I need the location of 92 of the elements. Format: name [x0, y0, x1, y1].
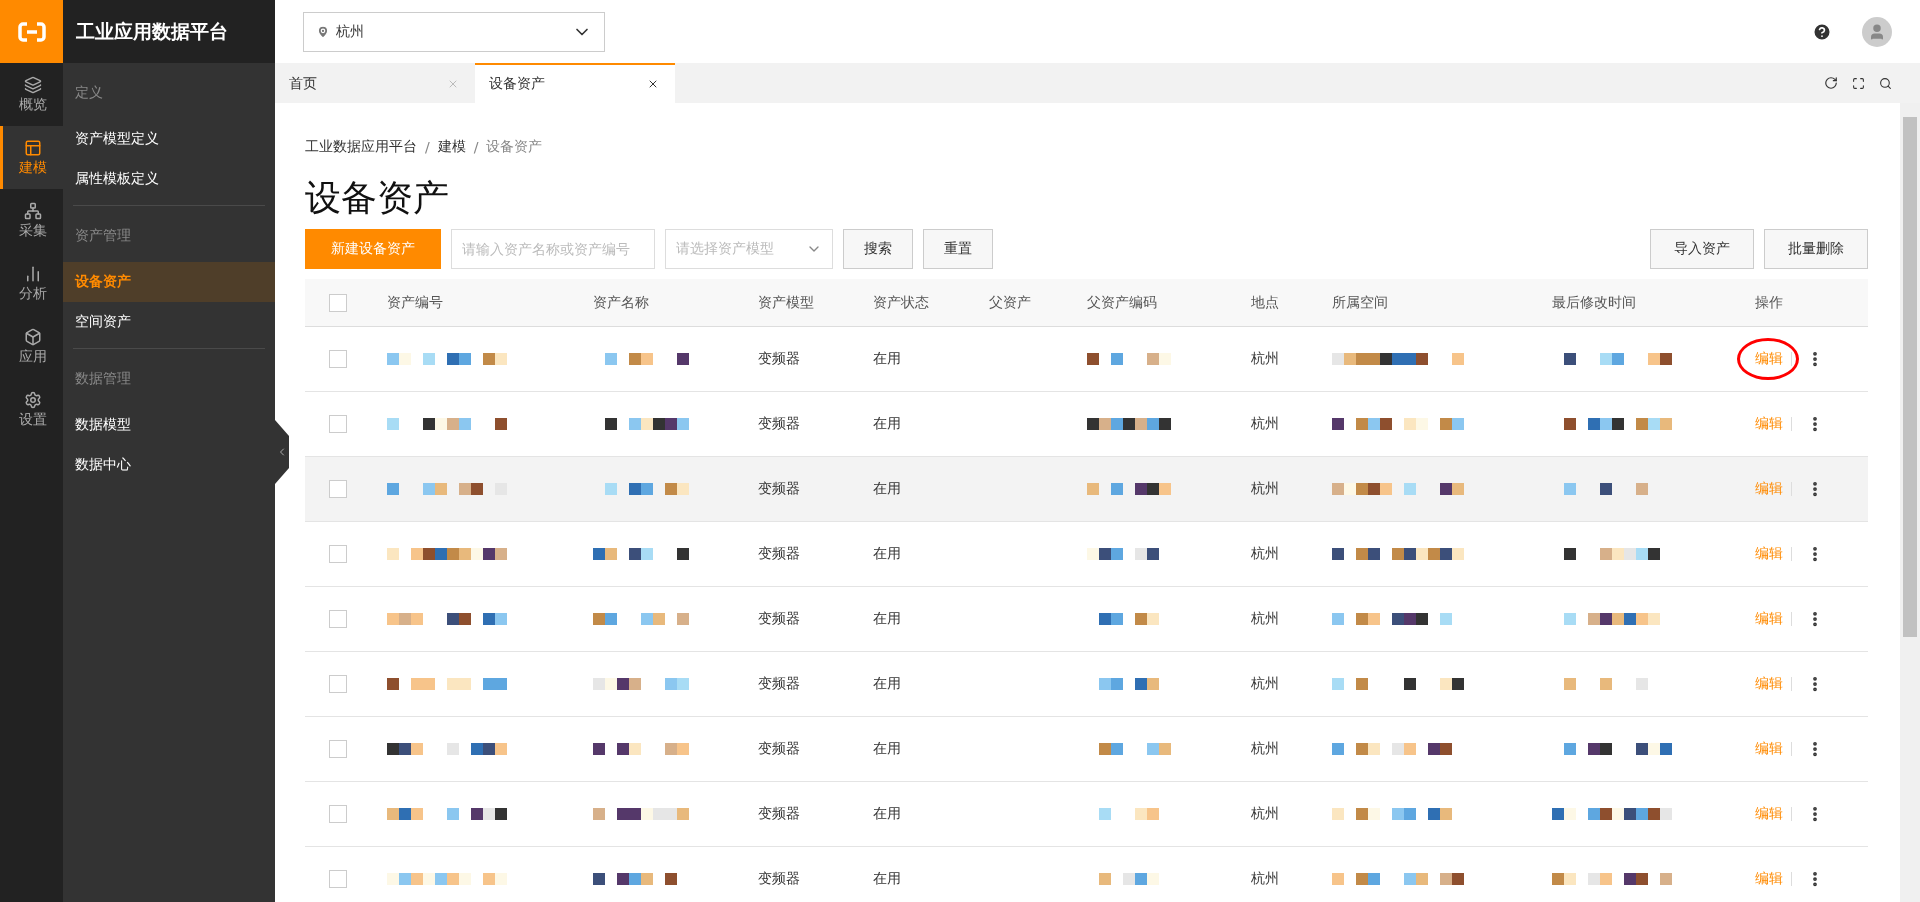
- column-header: 资产名称: [593, 293, 649, 312]
- table-cell: 在用: [873, 870, 901, 888]
- tab[interactable]: 设备资产: [475, 63, 675, 103]
- batch-delete-button[interactable]: 批量删除: [1764, 229, 1868, 269]
- table-cell: 变频器: [758, 545, 800, 563]
- menu-group-heading: 资产管理: [74, 226, 132, 245]
- column-header: 地点: [1251, 293, 1279, 312]
- menu-item[interactable]: 数据中心: [63, 445, 275, 485]
- table-cell: 杭州: [1251, 415, 1279, 433]
- table-cell: 杭州: [1251, 610, 1279, 628]
- help-icon[interactable]: [1812, 21, 1832, 42]
- table-cell: 变频器: [758, 415, 800, 433]
- location-select[interactable]: 杭州: [303, 11, 605, 52]
- select-all-checkbox[interactable]: [329, 293, 347, 312]
- row-checkbox[interactable]: [329, 545, 347, 563]
- row-checkbox[interactable]: [329, 610, 347, 628]
- table-cell: 变频器: [758, 870, 800, 888]
- search-field[interactable]: 请输入资产名称或资产编号: [451, 229, 655, 269]
- menu-item[interactable]: 设备资产: [63, 262, 275, 302]
- table-cell: 杭州: [1251, 870, 1279, 888]
- row-checkbox[interactable]: [329, 350, 347, 368]
- menu-item[interactable]: 空间资产: [63, 302, 275, 342]
- import-button[interactable]: 导入资产: [1650, 229, 1754, 269]
- row-checkbox[interactable]: [329, 870, 347, 888]
- table-cell: 在用: [873, 610, 901, 628]
- table-cell: 变频器: [758, 740, 800, 758]
- menu-item[interactable]: 属性模板定义: [63, 159, 275, 199]
- layers-icon: [24, 75, 42, 94]
- logo-icon: [17, 21, 46, 42]
- table-cell: 杭州: [1251, 805, 1279, 823]
- menu-group-heading: 定义: [74, 83, 104, 102]
- row-checkbox[interactable]: [329, 675, 347, 693]
- row-checkbox[interactable]: [329, 805, 347, 823]
- table-cell: 在用: [873, 740, 901, 758]
- column-header: 父资产编码: [1087, 293, 1157, 312]
- breadcrumb-item[interactable]: 工业数据应用平台: [305, 138, 417, 156]
- menu-item[interactable]: 数据模型: [63, 405, 275, 445]
- rail-item[interactable]: 建模: [0, 126, 63, 189]
- cube-icon: [24, 327, 42, 346]
- table-cell: 在用: [873, 675, 901, 693]
- bar-chart-icon: [24, 264, 42, 283]
- column-header: 所属空间: [1332, 293, 1388, 312]
- column-header: 资产状态: [873, 293, 929, 312]
- page-title: 设备资产: [305, 176, 450, 220]
- close-icon[interactable]: [647, 78, 659, 90]
- table-cell: 在用: [873, 415, 901, 433]
- app-title: 工业应用数据平台: [63, 0, 275, 63]
- row-checkbox[interactable]: [329, 415, 347, 433]
- table-cell: 变频器: [758, 480, 800, 498]
- breadcrumb-separator: /: [425, 139, 430, 155]
- row-checkbox[interactable]: [329, 740, 347, 758]
- menu-group-heading: 数据管理: [74, 369, 132, 388]
- reset-button[interactable]: 重置: [923, 229, 993, 269]
- table-cell: 杭州: [1251, 675, 1279, 693]
- rail-item[interactable]: 概览: [0, 63, 63, 126]
- breadcrumb-separator: /: [473, 139, 479, 155]
- column-header: 资产模型: [758, 293, 814, 312]
- avatar[interactable]: [1862, 16, 1892, 47]
- table-cell: 变频器: [758, 805, 800, 823]
- column-header: 资产编号: [387, 293, 443, 312]
- menu-item[interactable]: 资产模型定义: [63, 119, 275, 159]
- refresh-icon[interactable]: [1824, 76, 1838, 90]
- table-cell: 杭州: [1251, 545, 1279, 563]
- rail-item[interactable]: 采集: [0, 189, 63, 252]
- table-cell: 杭州: [1251, 740, 1279, 758]
- settings-icon: [24, 390, 42, 409]
- table-cell: 在用: [873, 480, 901, 498]
- breadcrumb-item[interactable]: 建模: [437, 138, 466, 156]
- rail-item[interactable]: 应用: [0, 315, 63, 378]
- rail-item[interactable]: 分析: [0, 252, 63, 315]
- column-header: 父资产: [989, 293, 1031, 312]
- column-header: 最后修改时间: [1552, 293, 1636, 312]
- search-button[interactable]: 搜索: [843, 229, 913, 269]
- network-icon: [24, 201, 42, 220]
- rail-item[interactable]: 设置: [0, 378, 63, 441]
- row-checkbox[interactable]: [329, 480, 347, 498]
- table-cell: 变频器: [758, 610, 800, 628]
- table-cell: 变频器: [758, 350, 800, 368]
- map-pin-icon: [316, 24, 330, 39]
- table-cell: 变频器: [758, 675, 800, 693]
- fullscreen-icon[interactable]: [1852, 76, 1865, 90]
- breadcrumb-item: 设备资产: [486, 138, 543, 156]
- table-cell: 在用: [873, 350, 901, 368]
- column-header: 操作: [1755, 293, 1783, 312]
- table-cell: 在用: [873, 805, 901, 823]
- table-cell: 杭州: [1251, 480, 1279, 498]
- table-cell: 在用: [873, 545, 901, 563]
- scrollbar[interactable]: [1900, 103, 1920, 902]
- table-cell: 杭州: [1251, 350, 1279, 368]
- panels-icon: [24, 138, 42, 157]
- tab[interactable]: 首页: [275, 63, 475, 103]
- search-icon[interactable]: [1879, 76, 1892, 90]
